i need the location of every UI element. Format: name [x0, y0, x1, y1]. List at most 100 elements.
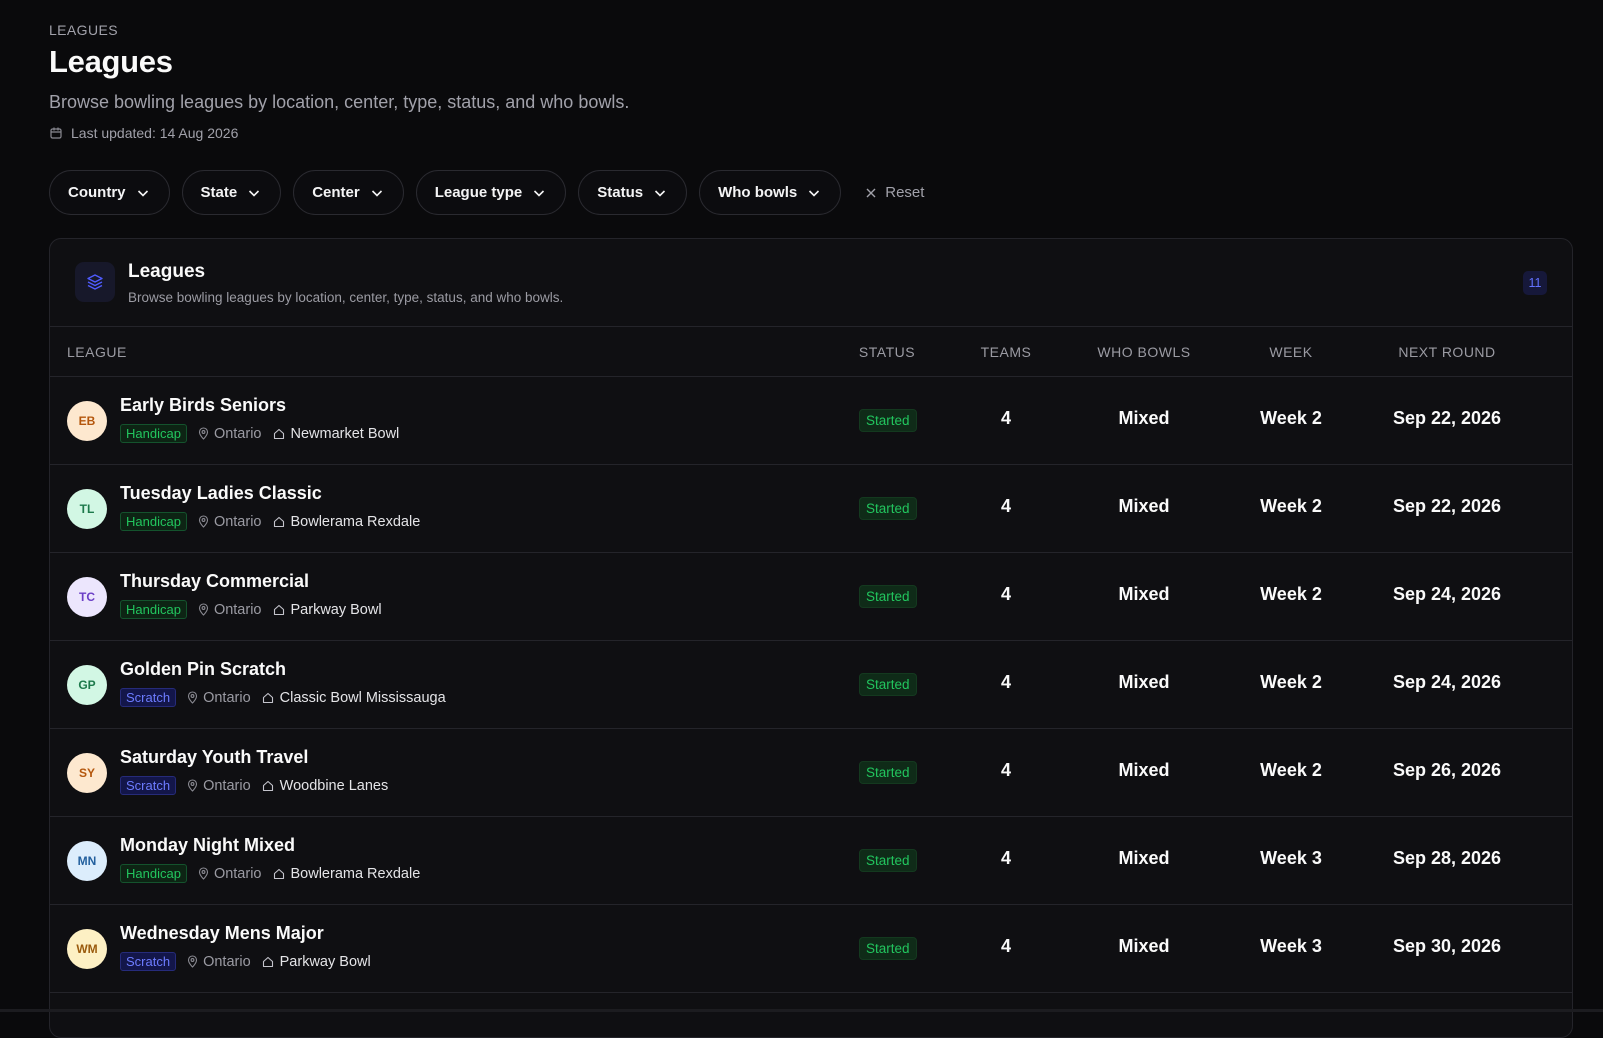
league-name[interactable]: Wednesday Mens Major: [120, 923, 324, 944]
league-meta: Scratch Ontario Classic Bowl Mississauga: [120, 688, 446, 707]
column-header-status[interactable]: STATUS: [859, 344, 915, 360]
card-header: Leagues Browse bowling leagues by locati…: [50, 239, 1572, 327]
table-row[interactable]: TL Tuesday Ladies Classic Handicap Ontar…: [50, 465, 1572, 553]
avatar: WM: [67, 929, 107, 969]
home-icon: [262, 780, 273, 791]
map-pin-icon: [198, 867, 208, 880]
region-text: Ontario: [213, 601, 262, 618]
status-filter[interactable]: Status: [578, 170, 688, 215]
count-badge: 11: [1523, 271, 1547, 295]
week-value: Week 2: [1260, 408, 1322, 428]
league-name[interactable]: Thursday Commercial: [120, 571, 309, 592]
map-pin-icon: [188, 691, 198, 704]
week-value: Week 3: [1260, 848, 1322, 868]
next-round-value: Sep 24, 2026: [1392, 672, 1502, 692]
last-updated: Last updated: 14 Aug 2026: [49, 125, 238, 141]
country-filter[interactable]: Country: [49, 170, 170, 215]
status-badge: Started: [859, 409, 917, 432]
card-subtitle: Browse bowling leagues by location, cent…: [128, 290, 564, 305]
reset-button[interactable]: Reset: [853, 184, 924, 201]
league-name[interactable]: Golden Pin Scratch: [120, 659, 286, 680]
league-name[interactable]: Monday Night Mixed: [120, 835, 295, 856]
teams-count: 4: [1000, 848, 1012, 868]
state-filter[interactable]: State: [181, 170, 282, 215]
who-bowls-filter-label: Who bowls: [718, 184, 798, 201]
chevron-down-icon: [371, 189, 382, 197]
table-row[interactable]: SY Saturday Youth Travel Scratch Ontario…: [50, 729, 1572, 817]
avatar: GP: [67, 665, 107, 705]
table-row[interactable]: EB Early Birds Seniors Handicap Ontario …: [50, 377, 1572, 465]
league-meta: Handicap Ontario Parkway Bowl: [120, 600, 382, 619]
home-icon: [273, 516, 284, 527]
week-value: Week 2: [1260, 672, 1322, 692]
league-type-filter[interactable]: League type: [415, 170, 567, 215]
who-bowls-value: Mixed: [1118, 672, 1170, 692]
league-type-tag: Handicap: [120, 864, 187, 883]
who-bowls-value: Mixed: [1118, 848, 1170, 868]
table-header: LEAGUE STATUS TEAMS WHO BOWLS WEEK NEXT …: [50, 327, 1572, 377]
next-round-value: Sep 28, 2026: [1392, 848, 1502, 868]
chevron-down-icon: [655, 189, 666, 197]
filter-bar: Country State Center League type Status …: [49, 170, 924, 215]
home-icon: [273, 868, 284, 879]
league-name[interactable]: Early Birds Seniors: [120, 395, 286, 416]
next-round-value: Sep 22, 2026: [1392, 496, 1502, 516]
league-meta: Handicap Ontario Newmarket Bowl: [120, 424, 399, 443]
region-text: Ontario: [203, 777, 251, 794]
column-header-who-bowls[interactable]: WHO BOWLS: [1097, 344, 1190, 360]
league-region: Ontario: [187, 778, 251, 794]
center-text: Parkway Bowl: [290, 601, 382, 618]
league-region: Ontario: [198, 602, 262, 618]
column-header-league[interactable]: LEAGUE: [67, 344, 127, 360]
league-region: Ontario: [198, 514, 262, 530]
who-bowls-value: Mixed: [1118, 408, 1170, 428]
avatar: TL: [67, 489, 107, 529]
next-round-value: Sep 22, 2026: [1392, 408, 1502, 428]
teams-count: 4: [1000, 672, 1012, 692]
avatar: MN: [67, 841, 107, 881]
league-type-tag: Handicap: [120, 512, 187, 531]
card-title: Leagues: [128, 261, 206, 282]
status-filter-label: Status: [597, 184, 644, 201]
teams-count: 4: [1000, 760, 1012, 780]
chevron-down-icon: [137, 189, 148, 197]
region-text: Ontario: [213, 513, 262, 530]
table-row[interactable]: MN Monday Night Mixed Handicap Ontario B…: [50, 817, 1572, 905]
avatar: EB: [67, 401, 107, 441]
league-center: Classic Bowl Mississauga: [262, 690, 446, 706]
who-bowls-value: Mixed: [1118, 584, 1170, 604]
status-badge: Started: [859, 673, 917, 696]
league-type-tag: Handicap: [120, 600, 187, 619]
leagues-card: Leagues Browse bowling leagues by locati…: [49, 238, 1573, 1038]
table-row[interactable]: WM Wednesday Mens Major Scratch Ontario …: [50, 905, 1572, 993]
league-name[interactable]: Saturday Youth Travel: [120, 747, 308, 768]
week-value: Week 2: [1260, 760, 1322, 780]
center-text: Parkway Bowl: [279, 953, 371, 970]
country-filter-label: Country: [68, 184, 126, 201]
home-icon: [273, 604, 284, 615]
table-row[interactable]: TC Thursday Commercial Handicap Ontario …: [50, 553, 1572, 641]
table-row[interactable]: GP Golden Pin Scratch Scratch Ontario Cl…: [50, 641, 1572, 729]
chevron-down-icon: [809, 189, 820, 197]
league-region: Ontario: [198, 866, 262, 882]
teams-count: 4: [1000, 584, 1012, 604]
region-text: Ontario: [213, 425, 262, 442]
column-header-teams[interactable]: TEAMS: [981, 344, 1032, 360]
league-meta: Scratch Ontario Woodbine Lanes: [120, 776, 388, 795]
league-center: Woodbine Lanes: [262, 778, 388, 794]
who-bowls-filter[interactable]: Who bowls: [699, 170, 842, 215]
league-meta: Scratch Ontario Parkway Bowl: [120, 952, 371, 971]
league-type-tag: Scratch: [120, 688, 177, 707]
column-header-next-round[interactable]: NEXT ROUND: [1398, 344, 1495, 360]
status-badge: Started: [859, 849, 917, 872]
last-updated-text: Last updated: 14 Aug 2026: [71, 125, 239, 141]
map-pin-icon: [198, 515, 208, 528]
avatar: TC: [67, 577, 107, 617]
league-center: Parkway Bowl: [273, 602, 382, 618]
week-value: Week 2: [1260, 496, 1322, 516]
league-name[interactable]: Tuesday Ladies Classic: [120, 483, 322, 504]
column-header-week[interactable]: WEEK: [1269, 344, 1312, 360]
center-filter[interactable]: Center: [293, 170, 404, 215]
teams-count: 4: [1000, 408, 1012, 428]
next-round-value: Sep 26, 2026: [1392, 760, 1502, 780]
